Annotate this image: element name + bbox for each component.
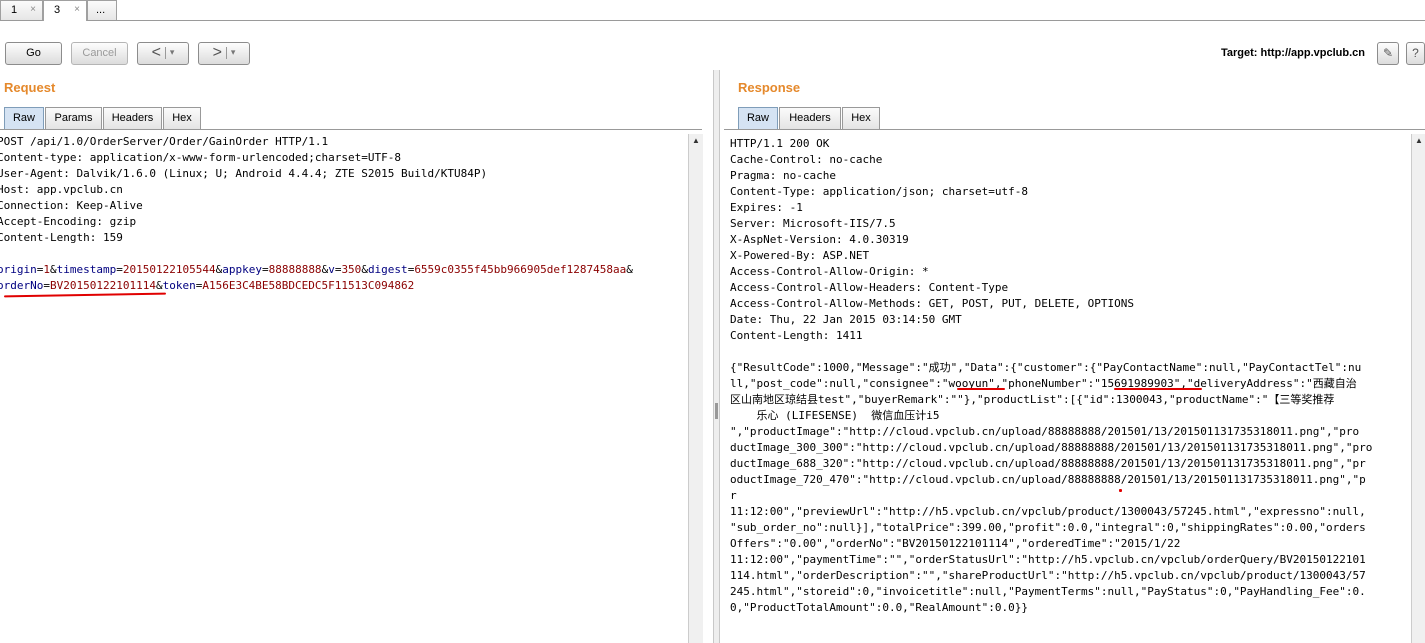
header-line: Content-Type: application/json; charset=… bbox=[730, 185, 1029, 198]
response-tab-raw[interactable]: Raw bbox=[738, 107, 778, 129]
forward-button[interactable]: > ▾ bbox=[198, 42, 250, 65]
red-underline-annotation bbox=[1114, 388, 1202, 390]
request-tab-raw[interactable]: Raw bbox=[4, 107, 44, 129]
param-value: 20150122105544 bbox=[122, 263, 216, 276]
param-value: 1 bbox=[43, 263, 50, 276]
header-line: Expires: -1 bbox=[730, 201, 803, 214]
body-line: 11:12:00","previewUrl":"http://h5.vpclub… bbox=[730, 505, 1366, 518]
body-line: ","productImage":"http://cloud.vpclub.cn… bbox=[730, 425, 1360, 438]
go-button[interactable]: Go bbox=[5, 42, 62, 65]
body-line: "sub_order_no":null}],"totalPrice":399.0… bbox=[730, 521, 1366, 534]
header-line: Access-Control-Allow-Origin: * bbox=[730, 265, 929, 278]
response-tab-headers[interactable]: Headers bbox=[779, 107, 841, 129]
back-button[interactable]: < ▾ bbox=[137, 42, 189, 65]
body-line: 区山南地区琼结县test","buyerRemark":""},"product… bbox=[730, 393, 1335, 406]
body-line: 0,"ProductTotalAmount":0.0,"RealAmount":… bbox=[730, 601, 1029, 614]
body-line: ll,"post_code":null,"consignee":"wooyun"… bbox=[730, 377, 1357, 390]
body-line: ductImage_300_300":"http://cloud.vpclub.… bbox=[730, 441, 1373, 454]
response-headers: HTTP/1.1 200 OK Cache-Control: no-cache Pr… bbox=[730, 136, 1411, 360]
request-tab-hex[interactable]: Hex bbox=[163, 107, 201, 129]
tab-label: 1 bbox=[11, 4, 18, 16]
pencil-icon[interactable]: ✎ bbox=[1377, 42, 1399, 65]
header-line: Accept-Encoding: gzip bbox=[0, 215, 137, 228]
header-line: X-Powered-By: ASP.NET bbox=[730, 249, 870, 262]
session-tab-3[interactable]: 3 × bbox=[43, 0, 87, 21]
cancel-button[interactable]: Cancel bbox=[71, 42, 128, 65]
chevron-down-icon[interactable]: ▾ bbox=[231, 47, 236, 57]
header-line: Access-Control-Allow-Headers: Content-Ty… bbox=[730, 281, 1009, 294]
tab-label: ... bbox=[96, 4, 106, 16]
param-value: 6559c0355f45bb966905def1287458aa bbox=[414, 263, 627, 276]
request-editor[interactable]: POST /api/1.0/OrderServer/Order/GainOrde… bbox=[0, 130, 688, 643]
body-line: 11:12:00","paymentTime":"","orderStatusU… bbox=[730, 553, 1366, 566]
request-raw-text: POST /api/1.0/OrderServer/Order/GainOrde… bbox=[0, 134, 633, 294]
header-line: Server: Microsoft-IIS/7.5 bbox=[730, 217, 896, 230]
body-line: r bbox=[730, 489, 737, 502]
back-arrow-icon: < bbox=[151, 44, 161, 61]
body-line: {"ResultCode":1000,"Message":"成功","Data"… bbox=[730, 361, 1362, 374]
request-line: POST /api/1.0/OrderServer/Order/GainOrde… bbox=[0, 135, 329, 148]
tab-label: 3 bbox=[54, 4, 61, 16]
header-line: Pragma: no-cache bbox=[730, 169, 836, 182]
grip-icon bbox=[715, 403, 718, 419]
param-value: 88888888 bbox=[268, 263, 322, 276]
scroll-up-icon[interactable]: ▲ bbox=[689, 134, 703, 148]
request-title: Request bbox=[4, 80, 56, 95]
body-line: Offers":"0.00","orderNo":"BV201501221011… bbox=[730, 537, 1181, 550]
header-line: Access-Control-Allow-Methods: GET, POST,… bbox=[730, 297, 1134, 310]
chevron-down-icon[interactable]: ▾ bbox=[170, 47, 175, 57]
param-value: BV20150122101114 bbox=[49, 279, 156, 292]
question-icon[interactable]: ? bbox=[1406, 42, 1425, 65]
header-line: Content-Length: 159 bbox=[0, 231, 123, 244]
body-line: ductImage_688_320":"http://cloud.vpclub.… bbox=[730, 457, 1366, 470]
header-line: Date: Thu, 22 Jan 2015 03:14:50 GMT bbox=[730, 313, 962, 326]
header-line: Host: app.vpclub.cn bbox=[0, 183, 123, 196]
target-label: Target: http://app.vpclub.cn bbox=[1221, 47, 1366, 59]
response-title: Response bbox=[738, 80, 801, 95]
header-line: Content-type: application/x-www-form-url… bbox=[0, 151, 401, 164]
response-tab-hex[interactable]: Hex bbox=[842, 107, 880, 129]
request-tab-headers[interactable]: Headers bbox=[103, 107, 162, 129]
param-value: A156E3C4BE58BDCEDC5F11513C094862 bbox=[202, 279, 415, 292]
request-body-params-line: origin=1&timestamp=20150122105544&appkey… bbox=[0, 263, 633, 276]
session-tab-1[interactable]: 1 × bbox=[0, 0, 43, 20]
pane-splitter[interactable] bbox=[713, 70, 720, 643]
response-raw-text: HTTP/1.1 200 OK Cache-Control: no-cache Pr… bbox=[730, 136, 1411, 616]
header-line: User-Agent: Dalvik/1.6.0 (Linux; U; Andr… bbox=[0, 167, 488, 180]
param-key: timestamp bbox=[56, 263, 117, 276]
body-line: oductImage_720_470":"http://cloud.vpclub… bbox=[730, 473, 1366, 486]
param-key: token bbox=[162, 279, 196, 292]
param-key: orderNo bbox=[0, 279, 44, 292]
body-line: 114.html","orderDescription":"","sharePr… bbox=[730, 569, 1366, 582]
close-icon[interactable]: × bbox=[74, 1, 80, 19]
forward-arrow-icon: > bbox=[212, 44, 222, 61]
param-key: digest bbox=[367, 263, 408, 276]
request-body-params-line: orderNo=BV20150122101114&token=A156E3C4B… bbox=[0, 279, 414, 292]
body-line: 245.html","storeid":0,"invoicetitle":nul… bbox=[730, 585, 1366, 598]
session-tab-more[interactable]: ... bbox=[87, 0, 117, 20]
request-tab-params[interactable]: Params bbox=[45, 107, 102, 129]
header-line: HTTP/1.1 200 OK bbox=[730, 137, 830, 150]
param-key: appkey bbox=[222, 263, 262, 276]
header-line: Connection: Keep-Alive bbox=[0, 199, 143, 212]
response-body: {"ResultCode":1000,"Message":"成功","Data"… bbox=[730, 360, 1411, 616]
param-value: 350 bbox=[341, 263, 362, 276]
header-line: Content-Length: 1411 bbox=[730, 329, 863, 342]
param-key: origin bbox=[0, 263, 37, 276]
header-line: X-AspNet-Version: 4.0.30319 bbox=[730, 233, 909, 246]
request-scrollbar[interactable]: ▲ bbox=[688, 134, 703, 643]
body-line: 乐心 (LIFESENSE) 微信血压计i5 bbox=[730, 409, 940, 422]
session-tab-strip: 1 × 3 × ... bbox=[0, 0, 1425, 21]
param-key: v bbox=[328, 263, 335, 276]
red-dot-annotation bbox=[1119, 489, 1122, 492]
response-editor[interactable]: HTTP/1.1 200 OK Cache-Control: no-cache Pr… bbox=[724, 130, 1411, 643]
red-underline-annotation bbox=[957, 388, 1005, 390]
scroll-up-icon[interactable]: ▲ bbox=[1412, 134, 1425, 148]
response-scrollbar[interactable]: ▲ bbox=[1411, 134, 1425, 643]
header-line: Cache-Control: no-cache bbox=[730, 153, 883, 166]
close-icon[interactable]: × bbox=[30, 1, 36, 19]
